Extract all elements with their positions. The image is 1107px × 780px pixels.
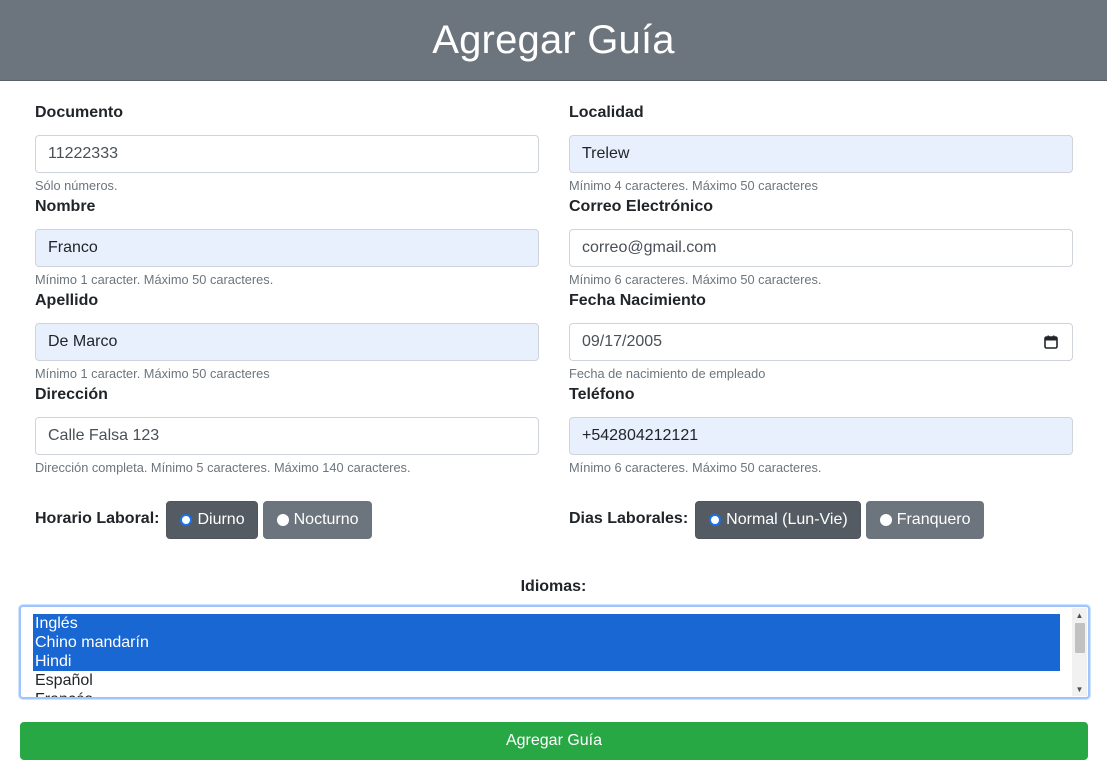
telefono-label: Teléfono: [569, 386, 635, 403]
localidad-label: Localidad: [569, 104, 644, 121]
documento-label: Documento: [35, 104, 123, 121]
nombre-group: Nombre Franco Mínimo 1 caracter. Máximo …: [35, 197, 539, 287]
fecha-input[interactable]: 09/17/2005: [569, 323, 1073, 361]
horario-group: Horario Laboral: Diurno Nocturno: [35, 501, 377, 539]
localidad-help: Mínimo 4 caracteres. Máximo 50 caractere…: [569, 178, 818, 193]
idiomas-scrollbar[interactable]: ▲ ▼: [1072, 608, 1087, 696]
nombre-label: Nombre: [35, 198, 96, 215]
radio-unchecked-icon: [276, 514, 289, 526]
telefono-group: Teléfono +542804212121 Mínimo 6 caracter…: [569, 385, 1073, 475]
correo-help: Mínimo 6 caracteres. Máximo 50 caractere…: [569, 272, 822, 287]
documento-group: Documento 11222333 Sólo números.: [35, 103, 539, 193]
calendar-icon[interactable]: [1044, 335, 1058, 349]
fecha-value: 09/17/2005: [582, 333, 663, 350]
correo-label: Correo Electrónico: [569, 198, 714, 215]
dias-option-label: Normal (Lun-Vie): [726, 511, 848, 528]
dias-option-franquero[interactable]: Franquero: [865, 501, 984, 539]
direccion-group: Dirección Calle Falsa 123 Dirección comp…: [35, 385, 539, 475]
horario-option-nocturno[interactable]: Nocturno: [262, 501, 372, 539]
documento-input[interactable]: 11222333: [35, 135, 539, 173]
radio-unchecked-icon: [879, 514, 892, 526]
documento-help: Sólo números.: [35, 178, 118, 193]
nombre-input[interactable]: Franco: [35, 229, 539, 267]
direccion-label: Dirección: [35, 386, 108, 403]
idiomas-select[interactable]: Inglés Chino mandarín Hindi Español Fran…: [19, 605, 1090, 699]
correo-input[interactable]: correo@gmail.com: [569, 229, 1073, 267]
fecha-label: Fecha Nacimiento: [569, 292, 706, 309]
correo-group: Correo Electrónico correo@gmail.com Míni…: [569, 197, 1073, 287]
dias-option-normal[interactable]: Normal (Lun-Vie): [695, 501, 861, 539]
radio-checked-icon: [709, 514, 722, 526]
apellido-help: Mínimo 1 caracter. Máximo 50 caracteres: [35, 366, 270, 381]
horario-option-label: Nocturno: [293, 511, 359, 528]
submit-button[interactable]: Agregar Guía: [20, 722, 1088, 760]
radio-checked-icon: [180, 514, 193, 526]
page-title: Agregar Guía: [432, 17, 675, 62]
page-header: Agregar Guía: [0, 0, 1107, 81]
fecha-group: Fecha Nacimiento 09/17/2005 Fecha de nac…: [569, 291, 1073, 381]
idiomas-option[interactable]: Chino mandarín: [33, 633, 1060, 652]
localidad-group: Localidad Trelew Mínimo 4 caracteres. Má…: [569, 103, 1073, 193]
idiomas-label: Idiomas:: [520, 578, 587, 595]
localidad-input[interactable]: Trelew: [569, 135, 1073, 173]
apellido-group: Apellido De Marco Mínimo 1 caracter. Máx…: [35, 291, 539, 381]
idiomas-options: Inglés Chino mandarín Hindi Español Fran…: [33, 614, 1060, 697]
idiomas-option[interactable]: Hindi: [33, 652, 1060, 671]
scroll-thumb[interactable]: [1075, 623, 1085, 653]
dias-group: Dias Laborales: Normal (Lun-Vie) Franque…: [569, 501, 989, 539]
scroll-up-icon[interactable]: ▲: [1072, 608, 1087, 622]
dias-option-label: Franquero: [896, 511, 971, 528]
idiomas-option[interactable]: Inglés: [33, 614, 1060, 633]
horario-option-diurno[interactable]: Diurno: [166, 501, 258, 539]
horario-option-label: Diurno: [197, 511, 245, 528]
scroll-down-icon[interactable]: ▼: [1072, 682, 1087, 696]
fecha-help: Fecha de nacimiento de empleado: [569, 366, 766, 381]
direccion-help: Dirección completa. Mínimo 5 caracteres.…: [35, 460, 411, 475]
telefono-input[interactable]: +542804212121: [569, 417, 1073, 455]
idiomas-option[interactable]: Francés: [33, 690, 1060, 697]
apellido-input[interactable]: De Marco: [35, 323, 539, 361]
horario-label: Horario Laboral:: [35, 510, 160, 527]
telefono-help: Mínimo 6 caracteres. Máximo 50 caractere…: [569, 460, 822, 475]
dias-label: Dias Laborales:: [569, 510, 689, 527]
direccion-input[interactable]: Calle Falsa 123: [35, 417, 539, 455]
nombre-help: Mínimo 1 caracter. Máximo 50 caracteres.: [35, 272, 274, 287]
idiomas-option[interactable]: Español: [33, 671, 1060, 690]
apellido-label: Apellido: [35, 292, 99, 309]
